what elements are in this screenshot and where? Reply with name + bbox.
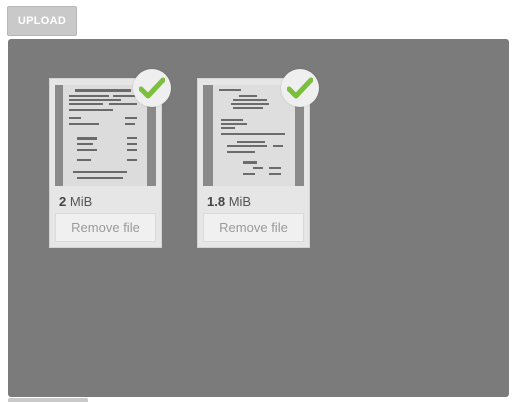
check-icon (139, 77, 165, 99)
check-icon (287, 77, 313, 99)
upload-success-badge (281, 69, 319, 107)
file-size: 2 MiB (59, 194, 92, 209)
file-size-value: 1.8 (207, 194, 226, 209)
upload-dropzone[interactable]: 2 MiB Remove file 1.8 MiB Remove file (8, 39, 509, 397)
file-size-value: 2 (59, 194, 67, 209)
file-preview-card: 2 MiB Remove file (49, 69, 171, 248)
upload-success-badge (133, 69, 171, 107)
remove-file-button[interactable]: Remove file (203, 213, 304, 242)
bottom-tab-edge (8, 398, 88, 402)
file-size: 1.8 MiB (207, 194, 251, 209)
file-size-unit: MiB (228, 194, 252, 209)
upload-button[interactable]: UPLOAD (7, 6, 77, 36)
file-size-unit: MiB (69, 194, 93, 209)
file-preview-card: 1.8 MiB Remove file (197, 69, 319, 248)
remove-file-button[interactable]: Remove file (55, 213, 156, 242)
